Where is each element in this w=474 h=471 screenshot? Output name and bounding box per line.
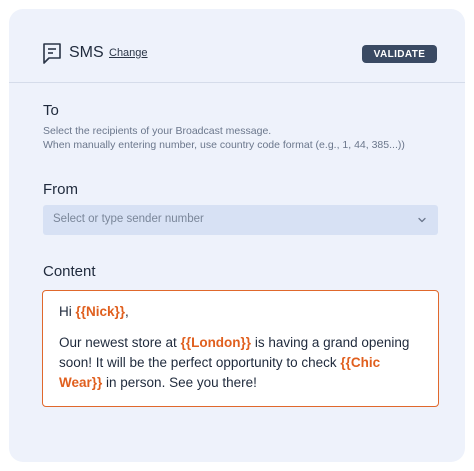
greeting-prefix: Hi (59, 304, 76, 319)
greeting-suffix: , (125, 304, 129, 319)
to-help-text: Select the recipients of your Broadcast … (43, 124, 405, 152)
variable-name: {{Nick}} (75, 304, 126, 319)
sms-broadcast-card: SMS Change VALIDATE To Select the recipi… (9, 9, 465, 462)
channel-title: SMS (69, 44, 104, 61)
body-text: Our newest store at (59, 335, 181, 350)
to-help-line: Select the recipients of your Broadcast … (43, 125, 272, 137)
sender-placeholder: Select or type sender number (53, 213, 204, 225)
change-channel-link[interactable]: Change (109, 47, 148, 59)
card-header: SMS Change VALIDATE (9, 9, 465, 83)
message-square-icon (43, 43, 61, 64)
message-content-editor[interactable]: Hi {{Nick}}, Our newest store at {{Londo… (42, 290, 439, 407)
variable-city: {{London}} (180, 335, 252, 350)
greeting-line: Hi {{Nick}}, (59, 302, 422, 322)
sender-number-select[interactable]: Select or type sender number (43, 205, 438, 235)
to-help-line: When manually entering number, use count… (43, 139, 405, 151)
message-body: Our newest store at {{London}} is having… (59, 333, 422, 393)
validate-button[interactable]: VALIDATE (362, 45, 437, 63)
to-label: To (43, 102, 59, 119)
from-label: From (43, 181, 78, 198)
chevron-down-icon (418, 217, 426, 223)
content-label: Content (43, 263, 96, 280)
body-text: in person. See you there! (102, 375, 257, 390)
